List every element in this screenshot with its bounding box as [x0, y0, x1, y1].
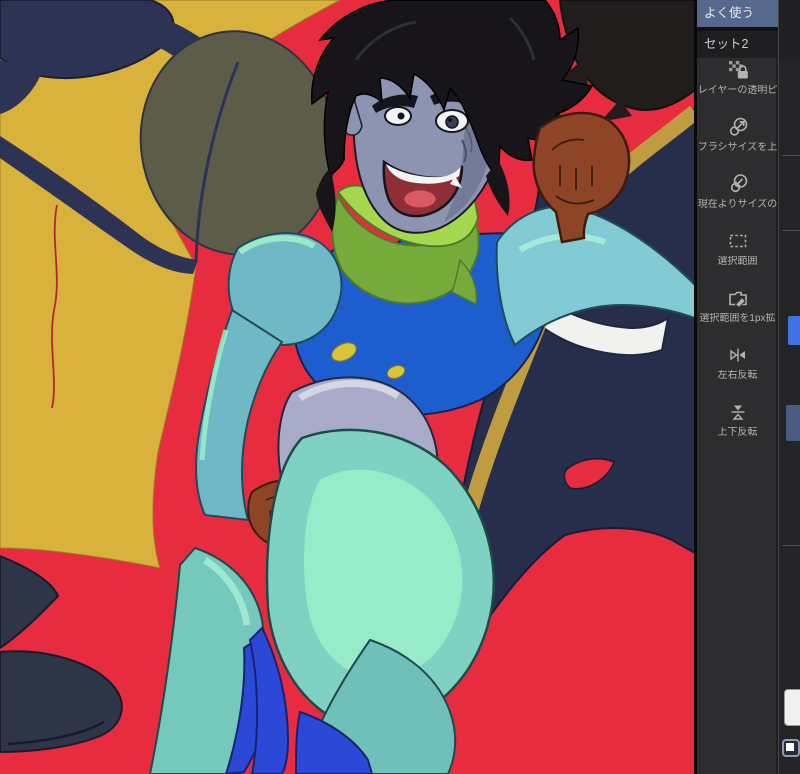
qa-item-label: 上下反転 — [717, 427, 758, 438]
qa-item-label: 左右反転 — [717, 370, 758, 381]
qa-item-label: 現在よりサイズの — [697, 199, 778, 210]
transparent-pixels-lock-icon — [728, 61, 748, 79]
qa-item-lock-transparent-pixels[interactable]: レイヤーの透明ピ — [697, 58, 778, 112]
qa-item-brush-size-up[interactable]: ブラシサイズを上 — [697, 115, 778, 169]
qa-item-expand-selection[interactable]: 選択範囲を1px拡 — [697, 286, 778, 340]
blue-marker[interactable] — [788, 316, 800, 345]
qa-item-label: 選択範囲 — [717, 256, 758, 267]
tab-set2[interactable]: セット2 — [697, 31, 778, 58]
canvas[interactable] — [0, 0, 694, 774]
flip-vertical-icon — [731, 405, 744, 420]
transparent-color-chip-inner — [786, 743, 794, 751]
strip-divider — [782, 155, 800, 156]
side-panel-edge — [778, 0, 800, 774]
transparent-color-chip[interactable] — [782, 739, 800, 757]
flip-horizontal-icon — [729, 348, 745, 362]
selection-expand-icon — [728, 291, 747, 309]
qa-item-label: レイヤーの透明ピ — [697, 85, 778, 96]
qa-item-flip-horizontal[interactable]: 左右反転 — [697, 343, 778, 397]
qa-item-selection[interactable]: 選択範囲 — [697, 229, 778, 283]
brush-size-down-icon — [730, 174, 747, 193]
tab-frequently-used[interactable]: よく使う — [697, 0, 778, 27]
side-panel-edge-header — [779, 0, 800, 60]
brush-size-up-icon — [729, 117, 747, 136]
selection-marquee-icon — [729, 234, 746, 248]
strip-divider — [782, 230, 800, 231]
illustration — [0, 0, 694, 774]
strip-divider — [782, 545, 800, 546]
qa-item-label: ブラシサイズを上 — [697, 142, 778, 153]
paint-app-window: よく使う セット2 レイヤーの透明ピ ブラシサイズを上 現在よりサイズの 選択範… — [0, 0, 800, 774]
slate-marker[interactable] — [786, 405, 800, 441]
qa-item-label: 選択範囲を1px拡 — [699, 313, 776, 324]
qa-item-brush-size-down[interactable]: 現在よりサイズの — [697, 172, 778, 226]
qa-item-flip-vertical[interactable]: 上下反転 — [697, 400, 778, 454]
paper-color-swatch[interactable] — [784, 689, 800, 726]
quick-access-panel: よく使う セット2 レイヤーの透明ピ ブラシサイズを上 現在よりサイズの 選択範… — [697, 0, 778, 774]
